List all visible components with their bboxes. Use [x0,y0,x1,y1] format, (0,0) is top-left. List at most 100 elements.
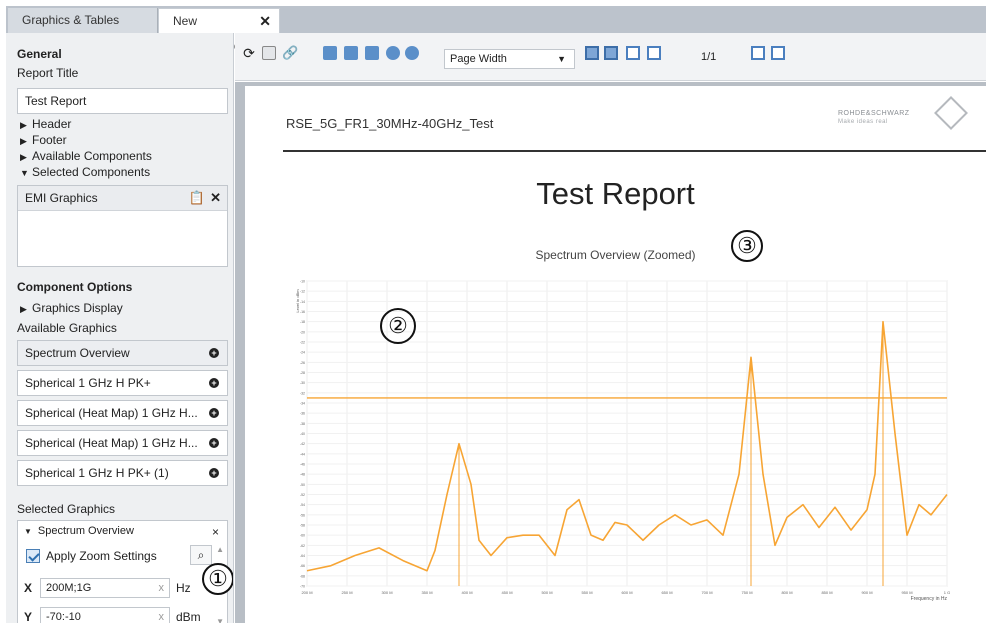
selected-components-list: EMI Graphics 📋 ✕ [17,185,228,267]
graphic-label: Spherical 1 GHz H PK+ (1) [25,466,169,480]
find-icon[interactable] [365,46,379,60]
zoom-in-icon[interactable] [386,46,400,60]
copy-icon[interactable] [323,46,337,60]
last-page-icon[interactable] [771,46,785,60]
single-page-icon[interactable] [585,46,599,60]
x-tick-label: 250 M [341,590,352,595]
y-tick-label: -50 [300,483,305,487]
remove-icon[interactable]: ✕ [210,186,221,210]
apply-zoom-label: Apply Zoom Settings [46,549,157,563]
y-tick-label: -38 [300,422,305,426]
tree-item-footer[interactable]: ▶ Footer [20,133,67,147]
x-axis-title: Frequency in Hz [911,596,948,602]
refresh-icon[interactable]: ⟳ [242,46,256,60]
header-divider [283,150,986,152]
report-options-panel: General Report Title Test Report ▶ Header… [6,33,234,623]
report-page: RSE_5G_FR1_30MHz-40GHz_Test ROHDE&SCHWAR… [245,86,986,623]
rohde-schwarz-diamond-icon [934,96,968,130]
multi-page-icon[interactable] [604,46,618,60]
prev-page-icon[interactable] [626,46,640,60]
caret-down-icon: ▼ [20,168,29,178]
caret-right-icon: ▶ [20,136,27,146]
graphic-item[interactable]: Spectrum Overview + [17,340,228,366]
y-axis-label: Y [24,610,33,623]
close-icon[interactable]: × [212,525,219,539]
callout-marker-1: ① [202,563,233,595]
chart-title: Spectrum Overview (Zoomed) [245,248,986,262]
y-tick-label: -24 [300,351,305,355]
x-tick-label: 850 M [821,590,832,595]
scroll-down-icon[interactable]: ▼ [216,617,224,623]
graphic-item[interactable]: Spherical (Heat Map) 1 GHz H... + [17,430,228,456]
selected-graphics-label: Selected Graphics [17,502,116,516]
binoculars-icon[interactable]: ⌕ [190,545,212,565]
scroll-up-icon[interactable]: ▲ [216,545,224,554]
y-tick-label: -22 [300,341,305,345]
tree-label: Footer [32,133,67,147]
tree-item-graphics-display[interactable]: ▶ Graphics Display [20,301,123,315]
callout-marker-3: ③ [731,230,763,262]
x-tick-label: 300 M [381,590,392,595]
first-page-icon[interactable] [751,46,765,60]
clear-icon[interactable]: x [159,579,165,597]
y-tick-label: -16 [300,310,305,314]
y-tick-label: -26 [300,361,305,365]
tree-item-header[interactable]: ▶ Header [20,117,71,131]
x-range-value: 200M;1G [46,582,92,594]
chevron-down-icon: ▼ [557,54,566,64]
zoom-out-icon[interactable] [405,46,419,60]
y-tick-label: -70 [300,585,305,589]
add-icon[interactable]: + [209,468,219,478]
y-tick-label: -28 [300,371,305,375]
caret-right-icon: ▶ [20,120,27,130]
y-range-input[interactable]: -70:-10 x [40,607,170,623]
x-tick-label: 350 M [421,590,432,595]
x-tick-label: 550 M [581,590,592,595]
clipboard-icon[interactable]: 📋 [189,186,205,210]
component-options-heading: Component Options [17,280,133,294]
clear-icon[interactable]: x [159,608,165,623]
report-title-input[interactable]: Test Report [17,88,228,114]
x-tick-label: 950 M [901,590,912,595]
tab-label: Graphics & Tables [22,13,120,27]
add-icon[interactable]: + [209,408,219,418]
tree-label: Header [32,117,72,131]
add-icon[interactable]: + [209,348,219,358]
export-pdf-icon[interactable] [262,46,276,60]
add-icon[interactable]: + [209,438,219,448]
x-tick-label: 800 M [781,590,792,595]
tree-item-selected-components[interactable]: ▼ Selected Components [20,165,150,179]
add-icon[interactable]: + [209,378,219,388]
print-icon[interactable] [344,46,358,60]
y-tick-label: -46 [300,463,305,467]
tab-graphics-tables[interactable]: Graphics & Tables [8,8,158,33]
report-title-label: Report Title [17,66,79,80]
component-item-emi-graphics[interactable]: EMI Graphics 📋 ✕ [18,186,227,211]
graphic-item[interactable]: Spherical 1 GHz H PK+ + [17,370,228,396]
attachment-icon[interactable]: 🔗 [282,46,298,60]
y-tick-label: -52 [300,493,305,497]
x-range-input[interactable]: 200M;1G x [40,578,170,598]
y-tick-label: -48 [300,473,305,477]
close-icon[interactable]: ✕ [259,9,271,34]
next-page-icon[interactable] [647,46,661,60]
y-tick-label: -20 [300,330,305,334]
apply-zoom-checkbox[interactable] [26,549,40,563]
graphic-item[interactable]: Spherical (Heat Map) 1 GHz H... + [17,400,228,426]
y-tick-label: -12 [300,290,305,294]
general-heading: General [17,47,62,61]
y-tick-label: -66 [300,564,305,568]
selected-graphic-row[interactable]: ▼ Spectrum Overview [24,525,134,537]
y-tick-label: -54 [300,503,305,507]
y-tick-label: -64 [300,554,305,558]
logo-tagline: Make ideas real [838,119,888,125]
graphic-item[interactable]: Spherical 1 GHz H PK+ (1) + [17,460,228,486]
tab-new-report-template[interactable]: New Repo...emplate ✕ [158,8,280,53]
tree-item-available-components[interactable]: ▶ Available Components [20,149,152,163]
zoom-select[interactable]: Page Width ▼ [444,49,575,69]
available-graphics-label: Available Graphics [17,321,117,335]
tree-label: Available Components [32,149,152,163]
y-tick-label: -40 [300,432,305,436]
y-tick-label: -34 [300,402,305,406]
y-tick-label: -30 [300,381,305,385]
